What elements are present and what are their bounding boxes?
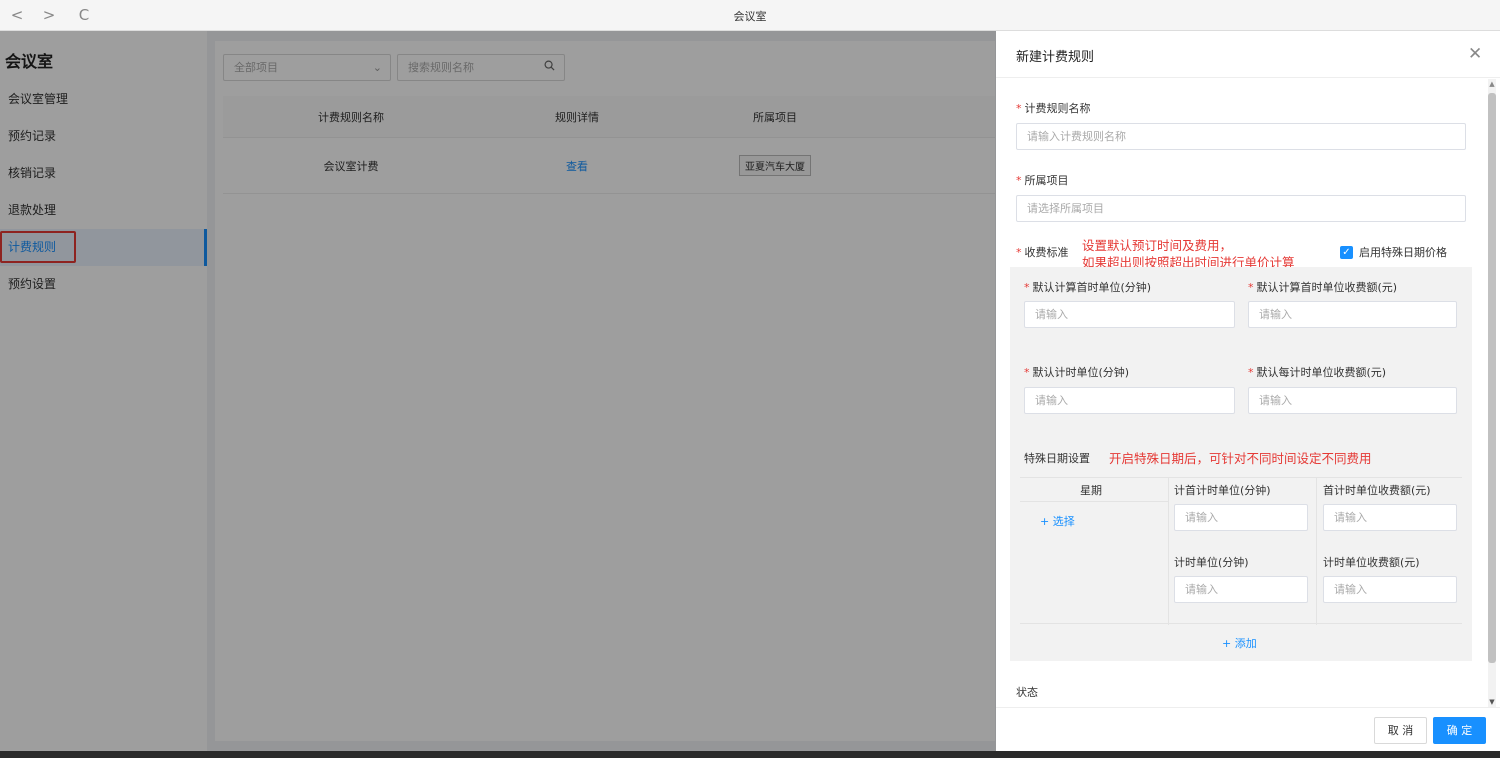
confirm-button[interactable]: 确 定 [1433,717,1486,744]
default-first-fee-input[interactable]: 请输入 [1248,301,1457,328]
special-date-price-label: 启用特殊日期价格 [1359,246,1447,259]
special-date-price-checkbox[interactable]: ✓ 启用特殊日期价格 [1340,244,1447,260]
drawer-scrollbar[interactable]: ▲ ▼ [1488,79,1496,707]
special-date-label: 特殊日期设置 [1024,452,1090,465]
default-unit-label: * 默认计时单位(分钟) [1024,366,1130,379]
taskbar [0,751,1500,758]
drawer-title: 新建计费规则 [1016,50,1095,65]
rule-name-input[interactable]: 请输入计费规则名称 [1016,123,1466,150]
special-first-fee-label: 首计时单位收费额(元) [1323,484,1431,497]
new-billing-rule-drawer: 新建计费规则 ✕ * 计费规则名称 请输入计费规则名称 * 所属项目 请选择所属项目… [996,31,1500,751]
scroll-up-icon[interactable]: ▲ [1488,79,1496,89]
project-label: * 所属项目 [1016,174,1069,187]
modal-overlay[interactable] [0,31,996,751]
fee-standard-panel: * 默认计算首时单位(分钟) 请输入 * 默认计算首时单位收费额(元) 请输入 * 默… [1010,267,1472,661]
fee-standard-label: * 收费标准 [1016,246,1069,259]
close-icon[interactable]: ✕ [1468,44,1482,64]
scrollbar-thumb[interactable] [1488,93,1496,663]
select-week-link[interactable]: + 选择 [1040,513,1075,529]
week-column-header: 星期 [1080,484,1102,497]
special-unit-label: 计时单位(分钟) [1174,556,1249,569]
status-label: 状态 [1016,686,1038,699]
scroll-down-icon[interactable]: ▼ [1488,697,1496,707]
drawer-footer: 取 消 确 定 [996,707,1500,751]
fee-standard-annotation: 设置默认预订时间及费用， 如果超出则按照超出时间进行单价计算 [1082,238,1295,270]
special-first-unit-input[interactable]: 请输入 [1174,504,1308,531]
divider [1020,501,1168,502]
default-unit-fee-input[interactable]: 请输入 [1248,387,1457,414]
default-first-fee-label: * 默认计算首时单位收费额(元) [1248,281,1398,294]
default-first-unit-label: * 默认计算首时单位(分钟) [1024,281,1152,294]
project-select[interactable]: 请选择所属项目 [1016,195,1466,222]
special-unit-fee-label: 计时单位收费额(元) [1323,556,1420,569]
browser-toolbar: < > C 会议室 [0,0,1500,31]
default-unit-input[interactable]: 请输入 [1024,387,1235,414]
special-date-annotation: 开启特殊日期后，可针对不同时间设定不同费用 [1109,451,1372,466]
special-first-fee-input[interactable]: 请输入 [1323,504,1457,531]
cancel-button[interactable]: 取 消 [1374,717,1427,744]
divider [1316,478,1317,625]
special-unit-input[interactable]: 请输入 [1174,576,1308,603]
special-date-table: 星期 + 选择 计首计时单位(分钟) 请输入 首计时单位收费额(元) 请输入 计… [1020,477,1462,625]
add-special-date-link[interactable]: + 添加 [1222,635,1257,651]
drawer-header: 新建计费规则 ✕ [996,31,1500,78]
special-first-unit-label: 计首计时单位(分钟) [1174,484,1271,497]
special-unit-fee-input[interactable]: 请输入 [1323,576,1457,603]
default-unit-fee-label: * 默认每计时单位收费额(元) [1248,366,1387,379]
checkbox-checked-icon[interactable]: ✓ [1340,245,1353,259]
divider [1168,478,1169,625]
default-first-unit-input[interactable]: 请输入 [1024,301,1235,328]
rule-name-label: * 计费规则名称 [1016,102,1091,115]
window-title: 会议室 [733,10,767,23]
